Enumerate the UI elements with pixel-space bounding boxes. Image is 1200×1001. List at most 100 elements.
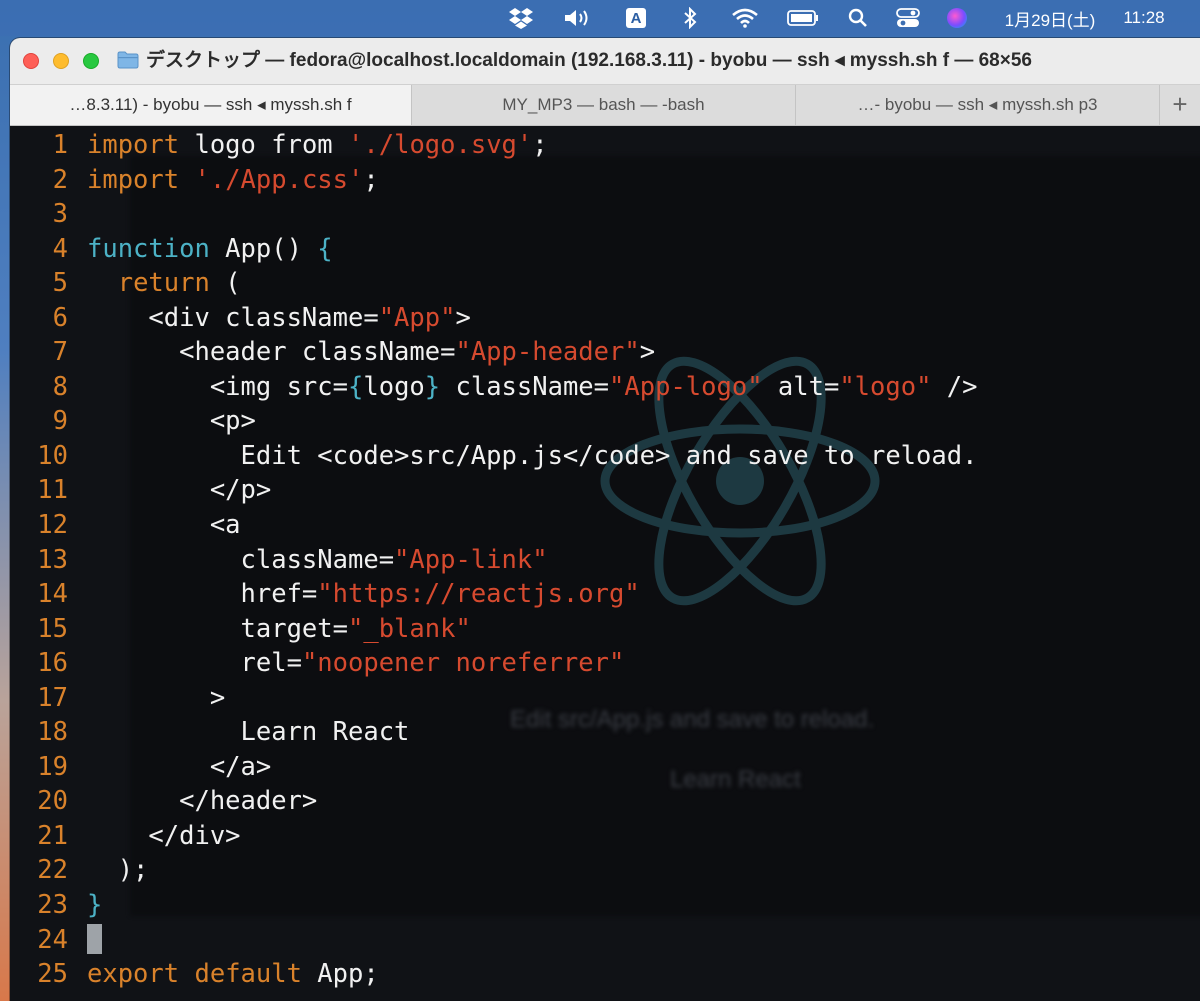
- window-title: デスクトップ — fedora@localhost.localdomain (1…: [146, 50, 1032, 71]
- maximize-button[interactable]: [83, 53, 99, 69]
- code-token: </header>: [87, 786, 318, 817]
- line-number: 9: [52, 406, 68, 437]
- code-line: 11 </p>: [10, 473, 978, 508]
- line-number: 10: [37, 440, 68, 471]
- code-token: </a>: [87, 751, 272, 782]
- code-token: Learn React: [87, 717, 410, 748]
- tab-byobu-p3[interactable]: …- byobu — ssh ◂ myssh.sh p3: [796, 85, 1160, 125]
- code-line: 1 import logo from './logo.svg';: [10, 128, 978, 163]
- code-token: >: [455, 302, 471, 333]
- code-token: logo: [363, 371, 425, 402]
- menubar-time[interactable]: 11:28: [1112, 0, 1176, 36]
- code-token: default: [194, 959, 302, 990]
- code-line: 15 target="_blank": [10, 612, 978, 647]
- code-token: <p>: [87, 406, 256, 437]
- code-token: className=: [87, 544, 395, 575]
- code-token: import: [87, 130, 180, 160]
- code-token: from: [271, 130, 333, 160]
- line-number: 19: [37, 751, 68, 782]
- line-number: 25: [37, 959, 68, 990]
- code-token: App;: [301, 959, 379, 990]
- code-token: "https://reactjs.org": [317, 579, 640, 610]
- code-line: 18 Learn React: [10, 715, 978, 750]
- code-token: {: [317, 233, 333, 264]
- line-number: 4: [52, 233, 68, 264]
- line-number: 24: [37, 924, 68, 955]
- siri-icon[interactable]: [944, 0, 970, 36]
- line-number: 3: [52, 199, 68, 230]
- folder-icon: [117, 51, 139, 69]
- code-token: className=: [440, 371, 610, 402]
- line-number: 8: [52, 371, 68, 402]
- close-button[interactable]: [23, 53, 39, 69]
- code-line: 10 Edit <code>src/App.js</code> and save…: [10, 439, 978, 474]
- code-line: 14 href="https://reactjs.org": [10, 577, 978, 612]
- code-token: />: [931, 371, 978, 402]
- code-line: 21 </div>: [10, 819, 978, 854]
- code-token: rel=: [87, 648, 302, 679]
- line-number: 7: [52, 337, 68, 368]
- code-token: "App-header": [455, 337, 640, 368]
- code-token: <a: [87, 510, 241, 541]
- code-token: ;: [363, 164, 379, 195]
- code-line: 22 );: [10, 853, 978, 888]
- code-line: 4 function App() {: [10, 232, 978, 267]
- terminal-content[interactable]: Edit src/App.js and save to reload. Lear…: [10, 126, 1200, 1001]
- code-line: 8 <img src={logo} className="App-logo" a…: [10, 370, 978, 405]
- line-number: 1: [52, 130, 68, 160]
- code-line: 13 className="App-link": [10, 543, 978, 578]
- code-token: alt=: [762, 371, 840, 402]
- control-center-icon[interactable]: [894, 0, 922, 36]
- code-line: 5 return (: [10, 266, 978, 301]
- code-token: }: [424, 371, 441, 402]
- line-number: 15: [37, 613, 68, 644]
- volume-icon[interactable]: [562, 0, 594, 36]
- code-token: <img src=: [87, 371, 348, 402]
- code-token: App(): [209, 233, 318, 264]
- new-tab-button[interactable]: +: [1160, 85, 1200, 125]
- line-number: 17: [37, 682, 68, 713]
- battery-icon[interactable]: [786, 0, 820, 36]
- siri-orb: [947, 8, 967, 28]
- line-number: 11: [37, 475, 68, 506]
- menubar-date[interactable]: 1月29日(土): [992, 0, 1108, 36]
- code-line: 25 export default App;: [10, 957, 978, 992]
- minimize-button[interactable]: [53, 53, 69, 69]
- code-token: export: [87, 959, 180, 990]
- code-token: );: [87, 855, 149, 886]
- code-line: 2 import './App.css';: [10, 163, 978, 198]
- code-token: './logo.svg': [348, 130, 533, 160]
- code-line: 3: [10, 197, 978, 232]
- tab-byobu-f[interactable]: …8.3.11) - byobu — ssh ◂ myssh.sh f: [10, 85, 412, 125]
- code-editor[interactable]: 1 import logo from './logo.svg'; 2 import '…: [10, 128, 978, 992]
- line-number: 23: [37, 890, 68, 921]
- code-token: './App.css': [194, 164, 364, 195]
- code-line: 16 rel="noopener noreferrer": [10, 646, 978, 681]
- dropbox-icon[interactable]: [507, 0, 535, 36]
- code-token: import: [87, 164, 180, 195]
- line-number: 21: [37, 820, 68, 851]
- line-number: 12: [37, 510, 68, 541]
- code-line: 12 <a: [10, 508, 978, 543]
- tab-my-mp3[interactable]: MY_MP3 — bash — -bash: [412, 85, 796, 125]
- code-line: 17 >: [10, 681, 978, 716]
- code-token: target=: [87, 613, 348, 644]
- code-token: href=: [87, 579, 318, 610]
- input-method-icon[interactable]: A: [623, 0, 649, 36]
- menu-bar: A 1月29日(土) 11:28: [0, 0, 1200, 36]
- line-number: 2: [52, 164, 68, 195]
- search-icon[interactable]: [846, 0, 870, 36]
- code-token: </p>: [87, 475, 272, 506]
- window-titlebar[interactable]: デスクトップ — fedora@localhost.localdomain (1…: [10, 38, 1200, 85]
- wifi-icon[interactable]: [730, 0, 760, 36]
- line-number: 5: [52, 268, 68, 299]
- code-line: 19 </a>: [10, 750, 978, 785]
- bluetooth-icon[interactable]: [679, 0, 701, 36]
- code-line: 20 </header>: [10, 784, 978, 819]
- code-line: 23}: [10, 888, 978, 923]
- line-number: 20: [37, 786, 68, 817]
- code-token: "App-logo": [609, 371, 763, 402]
- code-token: logo: [179, 130, 272, 160]
